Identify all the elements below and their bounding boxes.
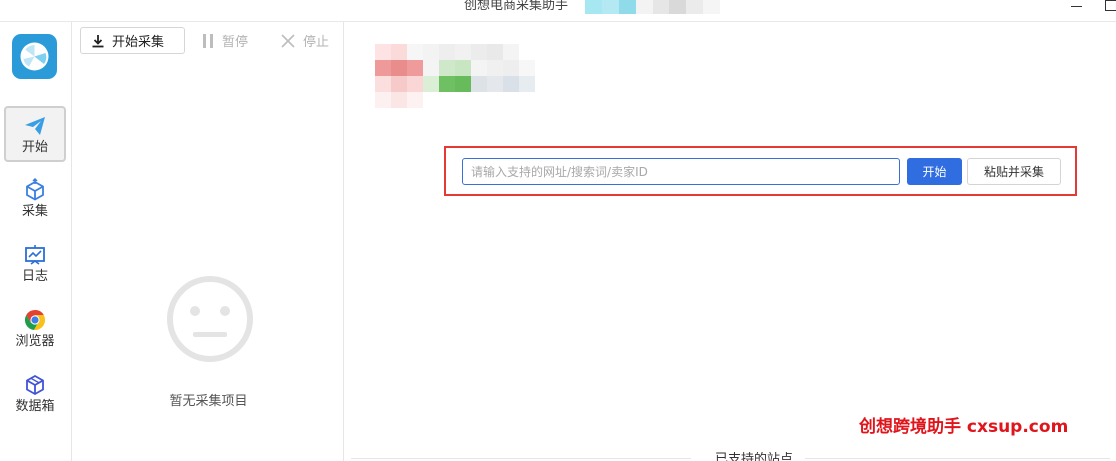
empty-face-icon xyxy=(167,276,253,362)
pause-label: 暂停 xyxy=(222,35,249,50)
supported-sites-heading: 已支持的站点 xyxy=(715,452,794,461)
url-search-input[interactable] xyxy=(462,158,900,185)
sidebar-item-label: 采集 xyxy=(21,204,48,219)
cube-upload-icon xyxy=(23,177,47,202)
sidebar: 开始 采集 日志 浏览器 数据箱 xyxy=(0,22,72,461)
input-highlight-box: 开始 粘贴并采集 xyxy=(444,146,1077,196)
sidebar-item-start[interactable]: 开始 xyxy=(4,106,66,162)
sidebar-item-label: 开始 xyxy=(21,140,48,155)
title-bar: 创想电商采集助手 xyxy=(0,0,1116,22)
window-title: 创想电商采集助手 xyxy=(464,0,569,13)
divider xyxy=(351,458,691,459)
sidebar-item-browser[interactable]: 浏览器 xyxy=(4,302,66,358)
minimize-button[interactable] xyxy=(1070,0,1086,16)
start-collect-button[interactable]: 开始采集 xyxy=(80,27,185,54)
paper-plane-icon xyxy=(23,114,47,138)
paste-and-collect-button[interactable]: 粘贴并采集 xyxy=(967,158,1061,185)
blurred-logo xyxy=(375,44,555,108)
sidebar-item-log[interactable]: 日志 xyxy=(4,237,66,293)
sidebar-item-label: 数据箱 xyxy=(15,399,55,414)
app-window: 创想电商采集助手 开始 采集 日志 浏览器 数据箱 开始采集 暂停 停止 暂无采… xyxy=(0,0,1116,461)
sidebar-item-label: 日志 xyxy=(21,269,48,284)
sidebar-item-databox[interactable]: 数据箱 xyxy=(4,367,66,423)
title-blurred-text xyxy=(585,0,720,14)
maximize-button[interactable] xyxy=(1100,0,1116,16)
start-button[interactable]: 开始 xyxy=(907,158,962,185)
empty-state-text: 暂无采集项目 xyxy=(169,394,248,409)
box-icon xyxy=(23,373,47,397)
sidebar-item-collect[interactable]: 采集 xyxy=(4,172,66,228)
divider xyxy=(805,458,1110,459)
sidebar-item-label: 浏览器 xyxy=(15,334,55,349)
watermark-text: 创想跨境助手 cxsup.com xyxy=(859,417,1069,437)
main-content: 开始 粘贴并采集 创想跨境助手 cxsup.com 已支持的站点 xyxy=(345,22,1116,461)
chart-board-icon xyxy=(23,243,47,267)
app-logo-icon xyxy=(12,34,57,79)
pause-icon xyxy=(203,33,213,48)
stop-label: 停止 xyxy=(303,35,330,50)
download-icon xyxy=(92,34,104,47)
start-collect-label: 开始采集 xyxy=(112,35,165,50)
collection-panel: 开始采集 暂停 停止 暂无采集项目 xyxy=(73,22,344,461)
stop-button[interactable]: 停止 xyxy=(280,27,329,54)
close-icon xyxy=(281,33,295,48)
chrome-icon xyxy=(23,308,47,332)
pause-button[interactable]: 暂停 xyxy=(201,27,248,54)
